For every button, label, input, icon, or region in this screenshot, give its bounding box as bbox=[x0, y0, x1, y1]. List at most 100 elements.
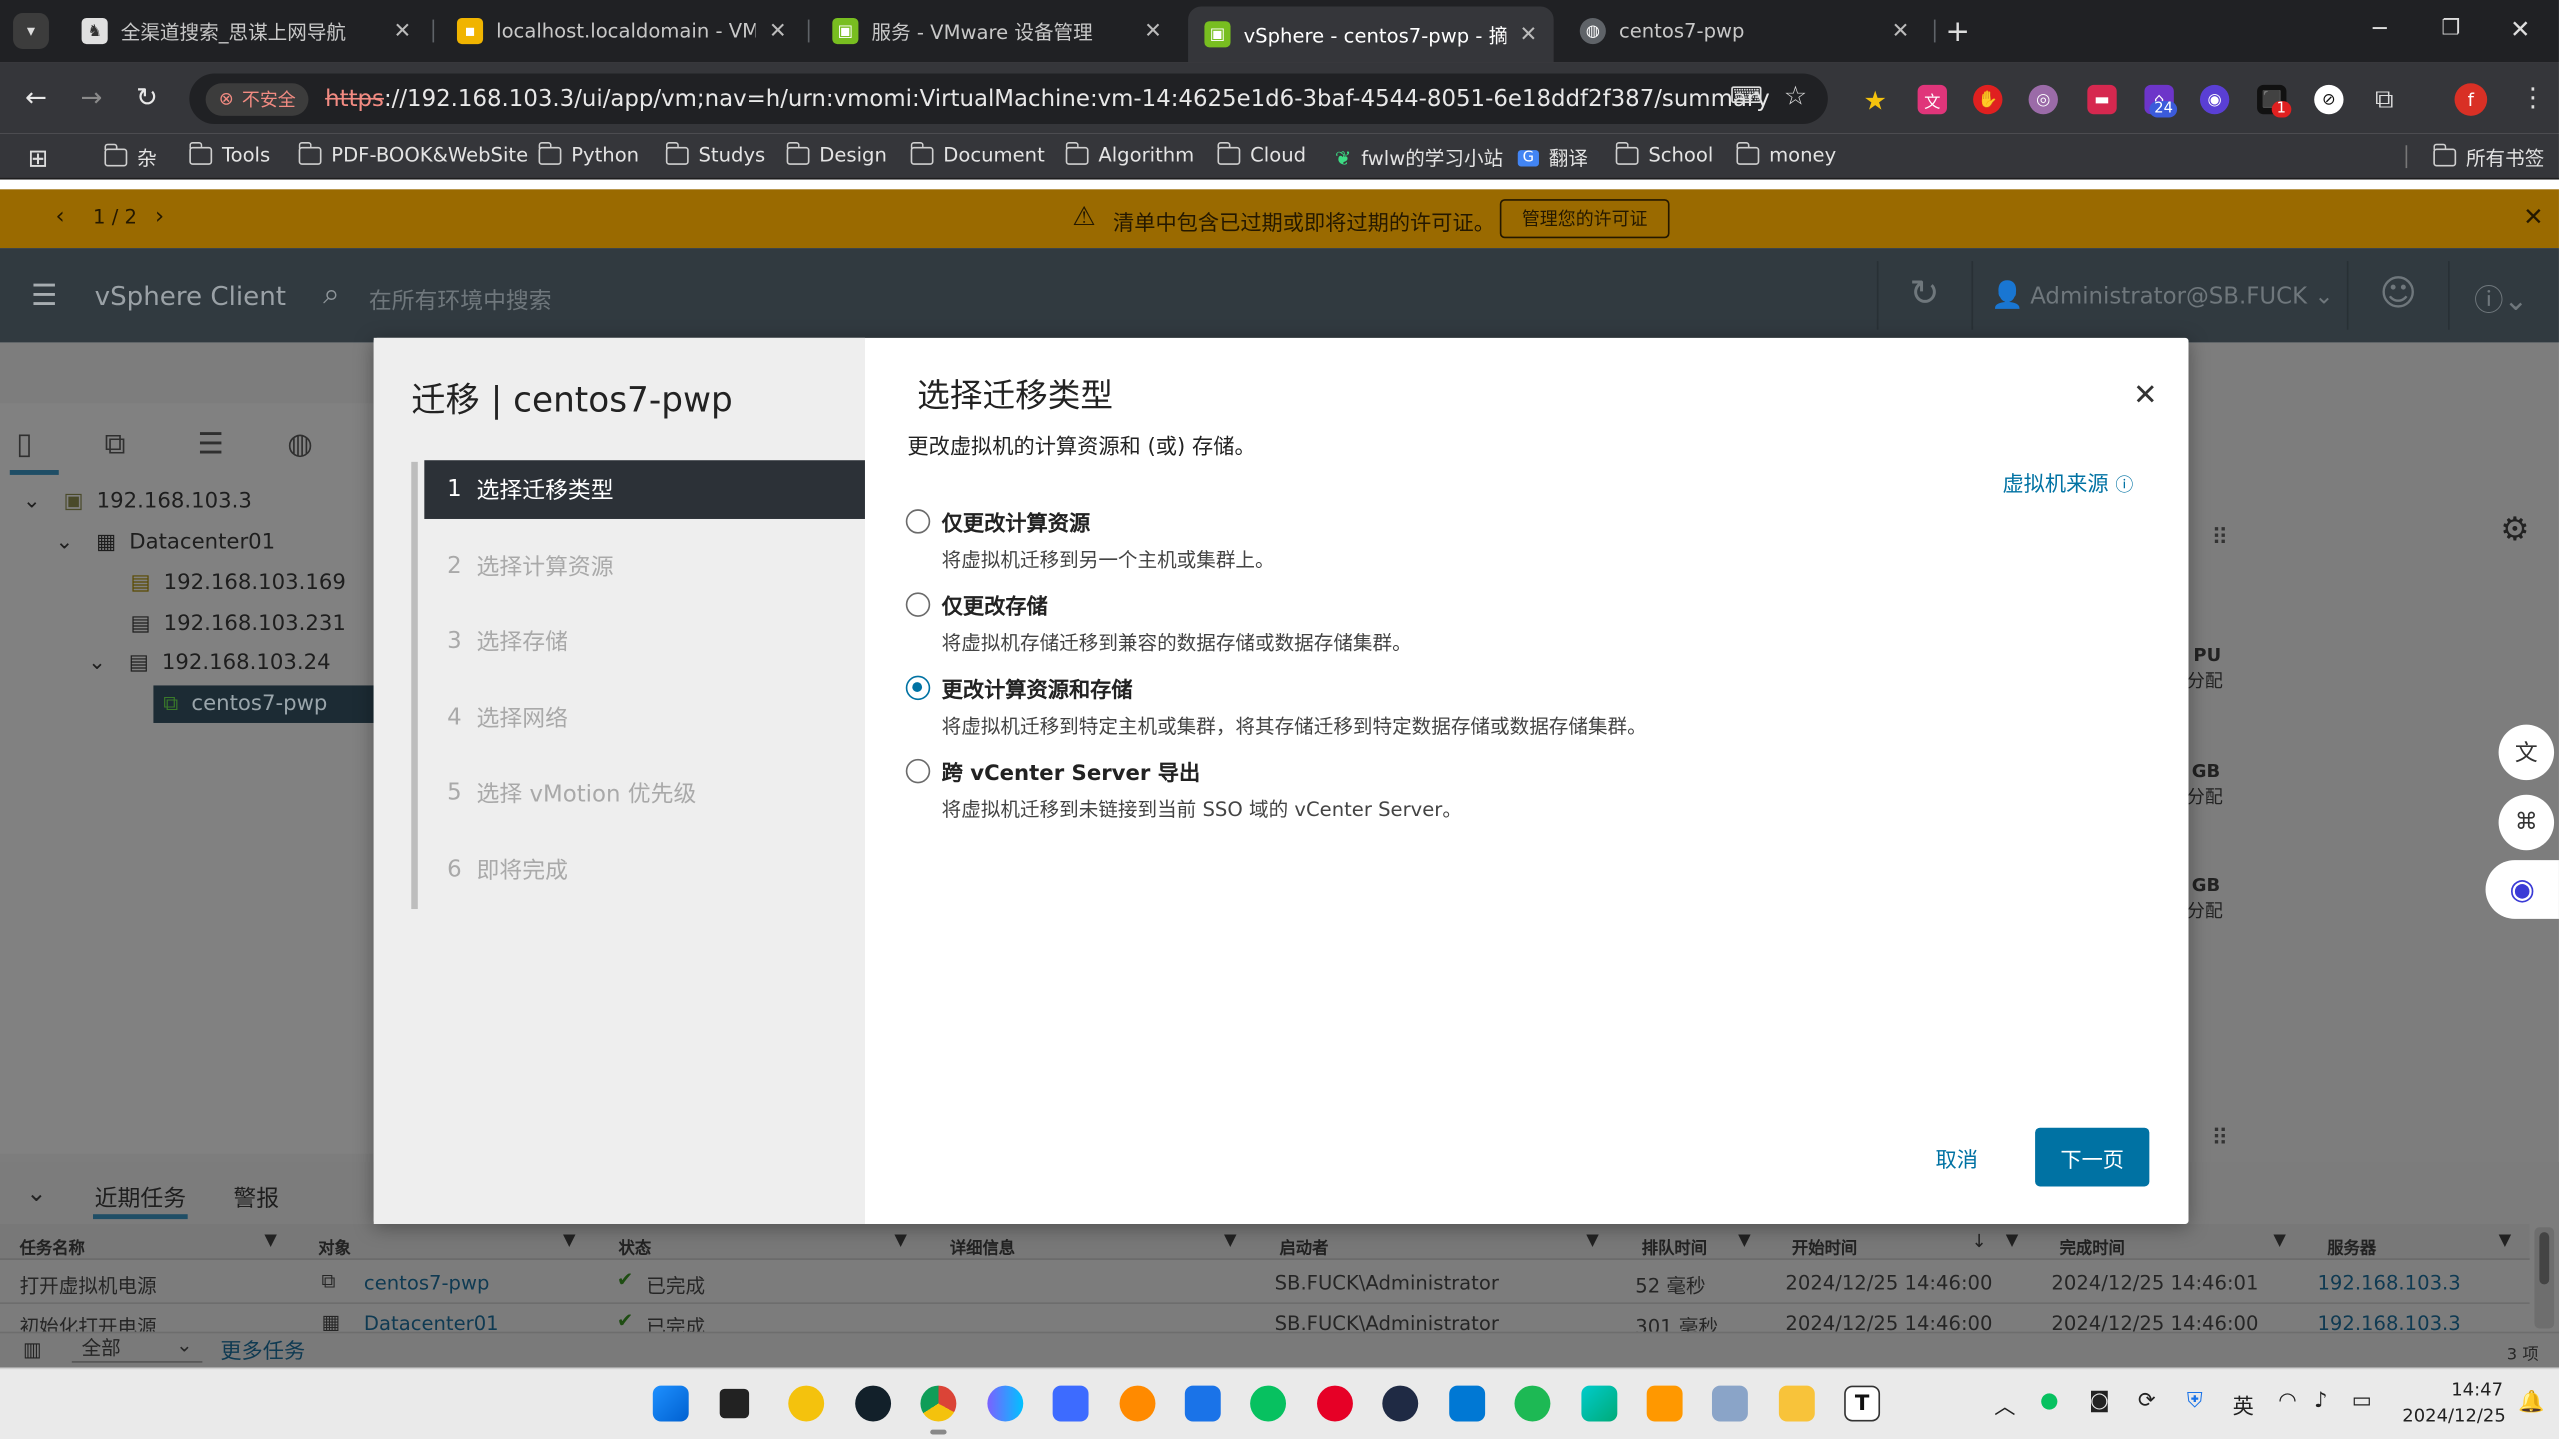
extension-circle-icon[interactable]: ◎ bbox=[2028, 84, 2058, 115]
task-view-icon[interactable] bbox=[719, 1388, 750, 1419]
tray-camera-icon[interactable]: ◙ bbox=[2089, 1389, 2110, 1413]
vm-origin-link[interactable]: 虚拟机来源 ⓘ bbox=[2002, 467, 2133, 497]
radio-button[interactable] bbox=[905, 758, 931, 784]
close-icon[interactable]: ✕ bbox=[769, 19, 787, 43]
tray-shield-icon[interactable]: ⛨ bbox=[2187, 1389, 2203, 1413]
column-header[interactable]: 状态 bbox=[619, 1234, 652, 1258]
global-search-input[interactable]: 在所有环境中搜索 bbox=[369, 284, 552, 317]
radio-button[interactable] bbox=[905, 509, 931, 534]
extension-red-icon[interactable]: ▬ bbox=[2087, 84, 2117, 115]
new-tab-button[interactable]: + bbox=[1945, 15, 1970, 49]
extension-hand-icon[interactable]: ✋ bbox=[1973, 84, 2003, 115]
address-bar[interactable]: ⊗ 不安全 https://192.168.103.3/ui/app/vm;nav… bbox=[189, 73, 1828, 125]
bookmark-folder[interactable]: Tools bbox=[188, 141, 270, 166]
task-object-link[interactable]: Datacenter01 bbox=[364, 1312, 499, 1332]
close-dialog-icon[interactable]: ✕ bbox=[2133, 379, 2158, 413]
vscode-icon[interactable] bbox=[1449, 1385, 1486, 1422]
extension-compass-icon[interactable]: ⊘ bbox=[2314, 84, 2344, 115]
minimize-window-button[interactable]: ─ bbox=[2373, 16, 2387, 42]
settings-gear-icon[interactable]: ⚙ bbox=[2500, 509, 2529, 548]
column-header[interactable]: 完成时间 bbox=[2060, 1234, 2125, 1258]
filter-icon[interactable]: ▼ bbox=[2006, 1232, 2019, 1250]
cancel-button[interactable]: 取消 bbox=[1908, 1128, 2006, 1187]
drag-handle-icon[interactable]: ⠿ bbox=[2211, 1126, 2228, 1152]
storage-icon[interactable]: ☰ bbox=[197, 428, 223, 462]
tray-chevron-up-icon[interactable]: ︿ bbox=[1994, 1389, 2015, 1419]
translate-icon[interactable]: ⌨ bbox=[1730, 83, 1763, 109]
tray-sync-icon[interactable]: ⟳ bbox=[2138, 1389, 2156, 1413]
hosts-clusters-icon[interactable]: ▯ bbox=[16, 428, 32, 462]
filter-icon[interactable]: ▼ bbox=[1586, 1232, 1599, 1250]
radio-button[interactable] bbox=[905, 592, 931, 617]
netease-music-icon[interactable] bbox=[1317, 1385, 1353, 1422]
tray-wechat-icon[interactable]: ● bbox=[2040, 1389, 2059, 1413]
filter-icon[interactable]: ▼ bbox=[894, 1232, 907, 1250]
drag-handle-icon[interactable]: ⠿ bbox=[2211, 526, 2228, 552]
collapse-panel-icon[interactable]: ⌄ bbox=[26, 1178, 47, 1207]
filter-icon[interactable]: ▼ bbox=[563, 1232, 576, 1250]
task-server-link[interactable]: 192.168.103.3 bbox=[2317, 1312, 2460, 1332]
tray-ime-indicator[interactable]: 英 bbox=[2233, 1389, 2254, 1419]
scrollbar-thumb[interactable] bbox=[2539, 1232, 2550, 1285]
radio-button-selected[interactable] bbox=[905, 675, 931, 701]
close-icon[interactable]: ✕ bbox=[1144, 19, 1162, 43]
security-indicator[interactable]: ⊗ 不安全 bbox=[205, 82, 309, 116]
task-object-link[interactable]: centos7-pwp bbox=[364, 1271, 490, 1294]
tree-item-host[interactable]: ▤ 192.168.103.231 bbox=[131, 612, 346, 636]
manage-license-button[interactable]: 管理您的许可证 bbox=[1499, 199, 1670, 239]
browser-menu-icon[interactable]: ⋮ bbox=[2520, 82, 2546, 113]
wechat-icon[interactable] bbox=[1250, 1385, 1287, 1422]
app-icon-orange-window[interactable] bbox=[1646, 1385, 1683, 1422]
bookmark-folder[interactable]: Algorithm bbox=[1064, 141, 1194, 166]
reload-icon[interactable]: ↻ bbox=[131, 82, 164, 113]
column-header[interactable]: 排队时间 bbox=[1642, 1234, 1707, 1258]
next-button[interactable]: 下一页 bbox=[2035, 1127, 2150, 1187]
bookmark-folder[interactable]: Studys bbox=[665, 141, 765, 166]
tree-item-vcenter[interactable]: ⌄ ▣ 192.168.103.3 bbox=[23, 490, 252, 514]
restore-window-button[interactable]: ❐ bbox=[2441, 16, 2460, 40]
app-icon-blue-pen[interactable] bbox=[1052, 1385, 1089, 1422]
bookmark-folder[interactable]: Document bbox=[909, 141, 1045, 166]
network-icon[interactable]: ◍ bbox=[287, 428, 313, 462]
app-icon-bubbles[interactable] bbox=[987, 1385, 1024, 1422]
translate-float-icon[interactable]: 文 bbox=[2498, 724, 2555, 781]
browser-tab-3[interactable]: ▣ 服务 - VMware 设备管理 ✕ bbox=[816, 7, 1178, 56]
tree-item-host[interactable]: ⌄ ▤ 192.168.103.24 bbox=[88, 651, 331, 675]
close-icon[interactable]: ✕ bbox=[1520, 22, 1538, 46]
column-header[interactable]: 详细信息 bbox=[950, 1234, 1015, 1258]
back-arrow-icon[interactable]: ← bbox=[20, 82, 53, 113]
clock-date[interactable]: 2024/12/25 bbox=[2402, 1405, 2505, 1426]
tab-search-button[interactable]: ▾ bbox=[13, 13, 49, 49]
edge-icon[interactable] bbox=[1581, 1385, 1618, 1422]
tree-item-host[interactable]: ▤ 192.168.103.169 bbox=[131, 571, 346, 595]
apps-float-icon[interactable]: ⌘ bbox=[2498, 794, 2555, 851]
windows-start-icon[interactable] bbox=[652, 1385, 689, 1422]
task-server-link[interactable]: 192.168.103.3 bbox=[2317, 1271, 2460, 1294]
forward-arrow-icon[interactable]: → bbox=[75, 82, 108, 113]
sort-desc-icon[interactable]: ↓ bbox=[1971, 1231, 1986, 1252]
app-icon-dark-circle[interactable] bbox=[855, 1385, 892, 1422]
column-header[interactable]: 服务器 bbox=[2327, 1234, 2376, 1258]
hamburger-menu-icon[interactable]: ☰ bbox=[31, 279, 57, 313]
extensions-menu-icon[interactable]: ⧉ bbox=[2370, 83, 2399, 114]
column-header[interactable]: 任务名称 bbox=[20, 1234, 85, 1258]
column-header[interactable]: 对象 bbox=[318, 1234, 351, 1258]
bookmark-folder[interactable]: School bbox=[1614, 141, 1713, 166]
bookmark-link[interactable]: G 翻译 bbox=[1517, 144, 1588, 172]
bookmark-folder[interactable]: PDF-BOOK&WebSite bbox=[297, 141, 528, 166]
browser-tab-1[interactable]: ♞ 全渠道搜索_思谋上网导航 ✕ bbox=[65, 7, 427, 56]
app-icon-yellow[interactable] bbox=[788, 1385, 825, 1422]
browser-tab-2[interactable]: ▪ localhost.localdomain - VMware ✕ bbox=[441, 7, 803, 56]
app-icon-star[interactable] bbox=[1184, 1385, 1221, 1422]
clock-time[interactable]: 14:47 bbox=[2451, 1379, 2503, 1400]
tree-item-datacenter[interactable]: ⌄ ▦ Datacenter01 bbox=[55, 530, 275, 554]
notification-bell-icon[interactable]: 🔔 bbox=[2518, 1390, 2544, 1414]
all-bookmarks-folder[interactable]: 所有书签 bbox=[2432, 143, 2544, 172]
more-tasks-link[interactable]: 更多任务 bbox=[220, 1333, 305, 1364]
wizard-step-1[interactable]: 1 选择迁移类型 bbox=[424, 460, 865, 519]
user-menu[interactable]: Administrator@SB.FUCK ⌄ bbox=[2030, 284, 2333, 310]
task-filter-select[interactable]: 全部 ⌄ bbox=[71, 1333, 203, 1363]
bookmark-folder[interactable]: Cloud bbox=[1216, 141, 1306, 166]
chrome-icon[interactable] bbox=[920, 1385, 957, 1422]
bookmark-folder[interactable]: Python bbox=[537, 141, 639, 166]
